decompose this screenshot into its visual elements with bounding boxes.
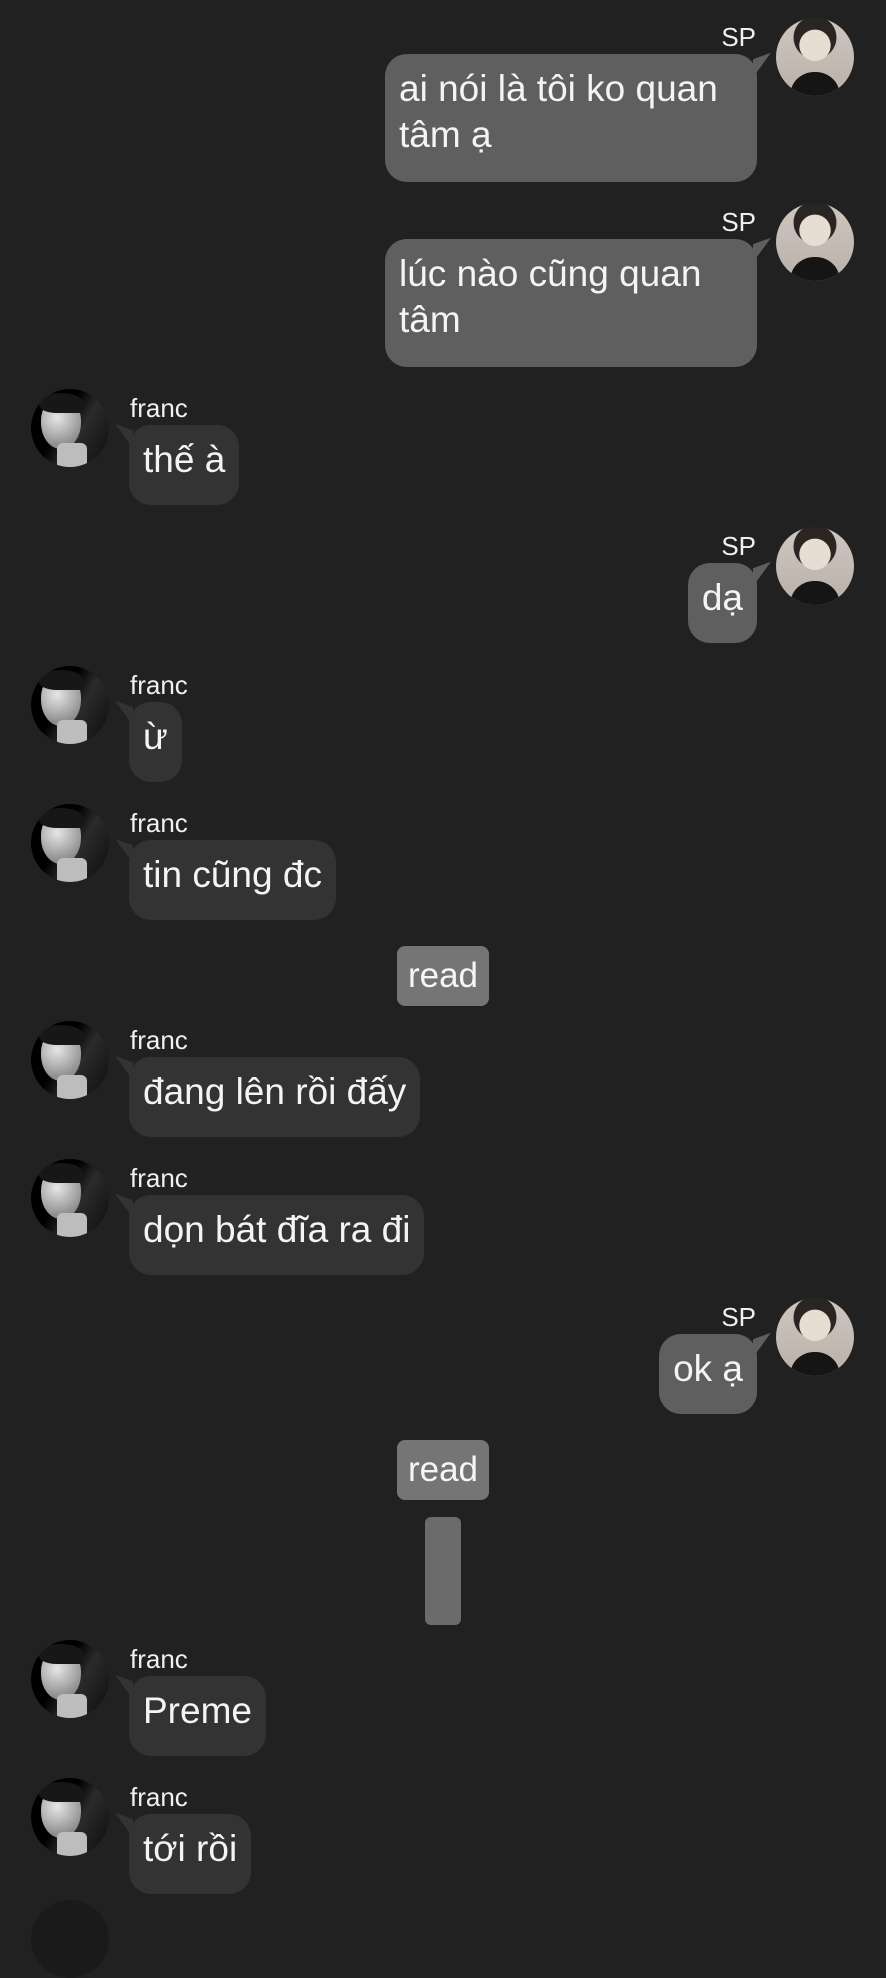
message-row: franc tới rồi xyxy=(0,1778,886,1898)
franc-avatar[interactable] xyxy=(31,1159,109,1237)
message-row: franc dọn bát đĩa ra đi xyxy=(0,1159,886,1279)
franc-avatar[interactable] xyxy=(31,1021,109,1099)
sender-name: franc xyxy=(130,1025,188,1055)
sender-name: SP xyxy=(721,207,756,237)
sender-name: SP xyxy=(721,1302,756,1332)
message-bubble[interactable]: Preme xyxy=(129,1676,266,1756)
message-row: SP lúc nào cũng quan tâm xyxy=(0,203,886,368)
message-bubble[interactable]: ai nói là tôi ko quan tâm ạ xyxy=(385,54,757,182)
message-row: franc tin cũng đc xyxy=(0,804,886,924)
franc-avatar[interactable] xyxy=(31,666,109,744)
chat-thread: SP ai nói là tôi ko quan tâm ạ SP lúc nà… xyxy=(0,0,886,1978)
message-row: SP ok ạ xyxy=(0,1298,886,1418)
message-row: franc thế à xyxy=(0,389,886,509)
message-row: franc đang lên rồi đấy xyxy=(0,1021,886,1141)
message-bubble[interactable]: ok ạ xyxy=(659,1334,757,1414)
message-bubble[interactable]: dọn bát đĩa ra đi xyxy=(129,1195,425,1275)
franc-avatar[interactable] xyxy=(31,804,109,882)
franc-avatar[interactable] xyxy=(31,1640,109,1718)
read-badge: read xyxy=(397,946,489,1006)
message-row: SP ai nói là tôi ko quan tâm ạ xyxy=(0,18,886,183)
sp-avatar[interactable] xyxy=(776,203,854,281)
message-bubble[interactable]: tin cũng đc xyxy=(129,840,336,920)
sp-avatar[interactable] xyxy=(776,18,854,96)
sender-name: franc xyxy=(130,808,188,838)
read-badge: read xyxy=(397,1440,489,1500)
sender-name: franc xyxy=(130,670,188,700)
message-bubble[interactable]: thế à xyxy=(129,425,240,505)
message-row: franc Preme xyxy=(0,1640,886,1760)
franc-avatar[interactable] xyxy=(31,1778,109,1856)
sp-avatar[interactable] xyxy=(776,1298,854,1376)
franc-avatar[interactable] xyxy=(31,389,109,467)
message-bubble[interactable]: ừ xyxy=(129,702,182,782)
sender-name: franc xyxy=(130,393,188,423)
partial-avatar xyxy=(31,1900,109,1978)
sender-name: franc xyxy=(130,1163,188,1193)
message-row: franc ừ xyxy=(0,666,886,786)
message-bubble[interactable]: dạ xyxy=(687,563,757,643)
sp-avatar[interactable] xyxy=(776,527,854,605)
message-bubble[interactable]: lúc nào cũng quan tâm xyxy=(385,239,757,367)
sender-name: franc xyxy=(130,1644,188,1674)
message-bubble[interactable]: đang lên rồi đấy xyxy=(129,1057,421,1137)
message-bubble[interactable]: tới rồi xyxy=(129,1814,252,1894)
message-row: SP dạ xyxy=(0,527,886,647)
sender-name: SP xyxy=(721,531,756,561)
typing-indicator xyxy=(425,1517,461,1625)
sender-name: SP xyxy=(721,22,756,52)
sender-name: franc xyxy=(130,1782,188,1812)
